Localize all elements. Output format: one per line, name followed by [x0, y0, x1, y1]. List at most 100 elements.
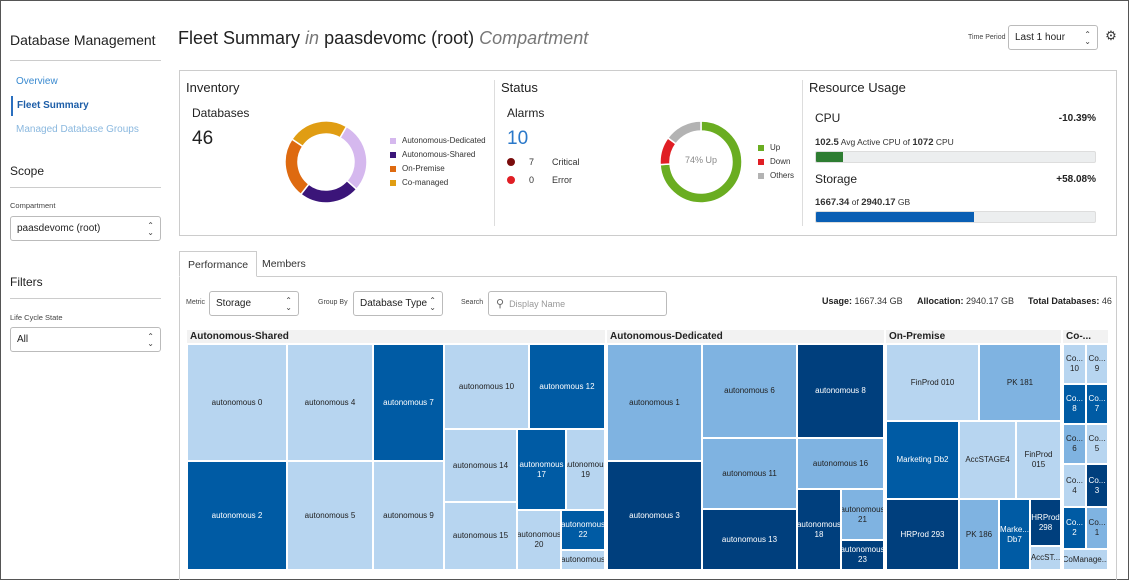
cpu-label: CPU	[815, 111, 841, 125]
lifecycle-select[interactable]: All ⌃ ⌄	[10, 327, 161, 352]
treemap-cell[interactable]: AccSTAGE4	[959, 421, 1016, 499]
alarms-count[interactable]: 10	[507, 128, 528, 150]
inventory-legend-item: Co-managed	[390, 178, 448, 187]
treemap-cell[interactable]: HRProd 298	[1030, 499, 1061, 546]
legend-swatch	[390, 151, 396, 158]
treemap-cell[interactable]: autonomous 0	[187, 344, 287, 461]
treemap-cell[interactable]: PK 186	[959, 499, 999, 570]
sidebar-title: Database Management	[10, 32, 156, 48]
donut-slice-others[interactable]	[666, 120, 702, 145]
resource-heading: Resource Usage	[809, 80, 906, 95]
metric-label: Metric	[186, 299, 206, 306]
donut-slice-autonomous-dedicated[interactable]	[338, 125, 368, 191]
chevron-updown-icon: ⌃ ⌄	[285, 295, 292, 312]
compartment-select[interactable]: paasdevomc (root) ⌃ ⌄	[10, 216, 161, 241]
lifecycle-label: Life Cycle State	[10, 313, 63, 322]
filters-heading: Filters	[10, 275, 43, 289]
storage-change: +58.08%	[1056, 174, 1096, 185]
tab-members[interactable]: Members	[254, 251, 314, 277]
chevron-updown-icon: ⌃ ⌄	[147, 331, 154, 348]
alarms-label: Alarms	[507, 106, 545, 120]
treemap-group-co-managed: Co-...	[1063, 330, 1108, 343]
treemap-cell[interactable]: autonomous 6	[702, 344, 797, 438]
donut-slice-on-premise[interactable]	[284, 138, 310, 196]
treemap-cell[interactable]: Marketing Db2	[886, 421, 959, 499]
gear-icon[interactable]: ⚙	[1104, 29, 1118, 43]
metric-select[interactable]: Storage ⌃ ⌄	[209, 291, 299, 316]
treemap-cell[interactable]: Marke... Db7	[999, 499, 1030, 570]
sidebar: Database Management Overview Fleet Summa…	[0, 0, 172, 580]
donut-center-label: 74% Up	[684, 155, 718, 165]
status-legend-item: Others	[758, 171, 794, 180]
lifecycle-value: All	[17, 334, 29, 345]
treemap-cell[interactable]: autonomous 9	[373, 461, 444, 570]
treemap-cell[interactable]: FinProd 010	[886, 344, 979, 421]
treemap-cell[interactable]: HRProd 293	[886, 499, 959, 570]
time-period-select[interactable]: Last 1 hour ⌃ ⌄	[1008, 25, 1098, 50]
treemap-cell[interactable]: Co... 2	[1063, 507, 1086, 549]
treemap-cell[interactable]: autonomous 23	[841, 540, 884, 570]
nav-overview[interactable]: Overview	[11, 72, 161, 92]
title-compartment: paasdevomc (root)	[324, 28, 475, 48]
treemap-cell[interactable]: autonomous	[561, 550, 605, 570]
cpu-change: -10.39%	[1058, 113, 1096, 124]
treemap-cell[interactable]: Co... 7	[1086, 384, 1108, 424]
legend-label: On-Premise	[402, 164, 445, 173]
treemap-cell[interactable]: Co... 1	[1086, 507, 1108, 549]
treemap-cell[interactable]: Co... 3	[1086, 464, 1108, 507]
treemap-cell[interactable]: Co... 8	[1063, 384, 1086, 424]
donut-slice-co-managed[interactable]	[290, 120, 348, 148]
status-heading: Status	[501, 80, 538, 95]
divider	[10, 187, 161, 188]
treemap-cell[interactable]: autonomous 1	[607, 344, 702, 461]
treemap-cell[interactable]: autonomous 2	[187, 461, 287, 570]
divider	[494, 80, 495, 226]
divider	[10, 60, 161, 61]
databases-label: Databases	[192, 106, 250, 120]
treemap-cell[interactable]: autonomous 10	[444, 344, 529, 429]
treemap-cell[interactable]: Co... 5	[1086, 424, 1108, 464]
treemap-cell[interactable]: autonomous 15	[444, 502, 517, 570]
treemap-cell[interactable]: autonomous 20	[517, 510, 561, 570]
total-databases-stat: Total Databases: 46	[1028, 296, 1112, 306]
critical-count: 7	[529, 157, 535, 167]
inventory-donut-chart	[284, 120, 368, 204]
treemap-cell[interactable]: PK 181	[979, 344, 1061, 421]
compartment-value: paasdevomc (root)	[17, 223, 101, 234]
treemap-cell[interactable]: autonomous 7	[373, 344, 444, 461]
treemap-cell[interactable]: autonomous 4	[287, 344, 373, 461]
treemap-cell[interactable]: Co... 6	[1063, 424, 1086, 464]
treemap-cell[interactable]: autonomous 19	[566, 429, 605, 510]
cpu-usage-text: 102.5 Avg Active CPU of 1072 CPU	[815, 137, 954, 148]
treemap-cell[interactable]: Co... 4	[1063, 464, 1086, 507]
treemap-cell[interactable]: autonomous 17	[517, 429, 566, 510]
nav-fleet-summary[interactable]: Fleet Summary	[11, 96, 161, 116]
treemap-cell[interactable]: autonomous 12	[529, 344, 605, 429]
legend-label: Co-managed	[402, 178, 449, 187]
treemap-group-autonomous-dedicated: Autonomous-Dedicated	[607, 330, 884, 343]
treemap-cell[interactable]: autonomous 5	[287, 461, 373, 570]
treemap-cell[interactable]: autonomous 16	[797, 438, 884, 489]
treemap-cell[interactable]: autonomous 18	[797, 489, 841, 570]
search-input[interactable]: ⚲ Display Name	[488, 291, 667, 316]
treemap-cell[interactable]: autonomous 3	[607, 461, 702, 570]
treemap-cell[interactable]: Co... 10	[1063, 344, 1086, 384]
groupby-select[interactable]: Database Type ⌃ ⌄	[353, 291, 443, 316]
treemap-cell[interactable]: autonomous 11	[702, 438, 797, 509]
legend-label: Down	[770, 157, 791, 166]
treemap-cell[interactable]: autonomous 14	[444, 429, 517, 502]
treemap-cell[interactable]: autonomous 8	[797, 344, 884, 438]
treemap-cell[interactable]: autonomous 13	[702, 509, 797, 570]
treemap-cell[interactable]: CoManage...	[1063, 549, 1108, 570]
search-icon: ⚲	[496, 298, 505, 310]
nav-managed-database-groups[interactable]: Managed Database Groups	[11, 120, 161, 140]
treemap-cell[interactable]: FinProd 015	[1016, 421, 1061, 499]
treemap-cell[interactable]: autonomous 21	[841, 489, 884, 540]
groupby-label: Group By	[318, 299, 348, 306]
legend-swatch	[758, 172, 764, 179]
tab-performance[interactable]: Performance	[179, 251, 258, 277]
title-suffix: Compartment	[479, 28, 589, 48]
treemap-cell[interactable]: autonomous 22	[561, 510, 605, 550]
treemap-cell[interactable]: Co... 9	[1086, 344, 1108, 384]
treemap-cell[interactable]: AccST...	[1030, 546, 1061, 570]
